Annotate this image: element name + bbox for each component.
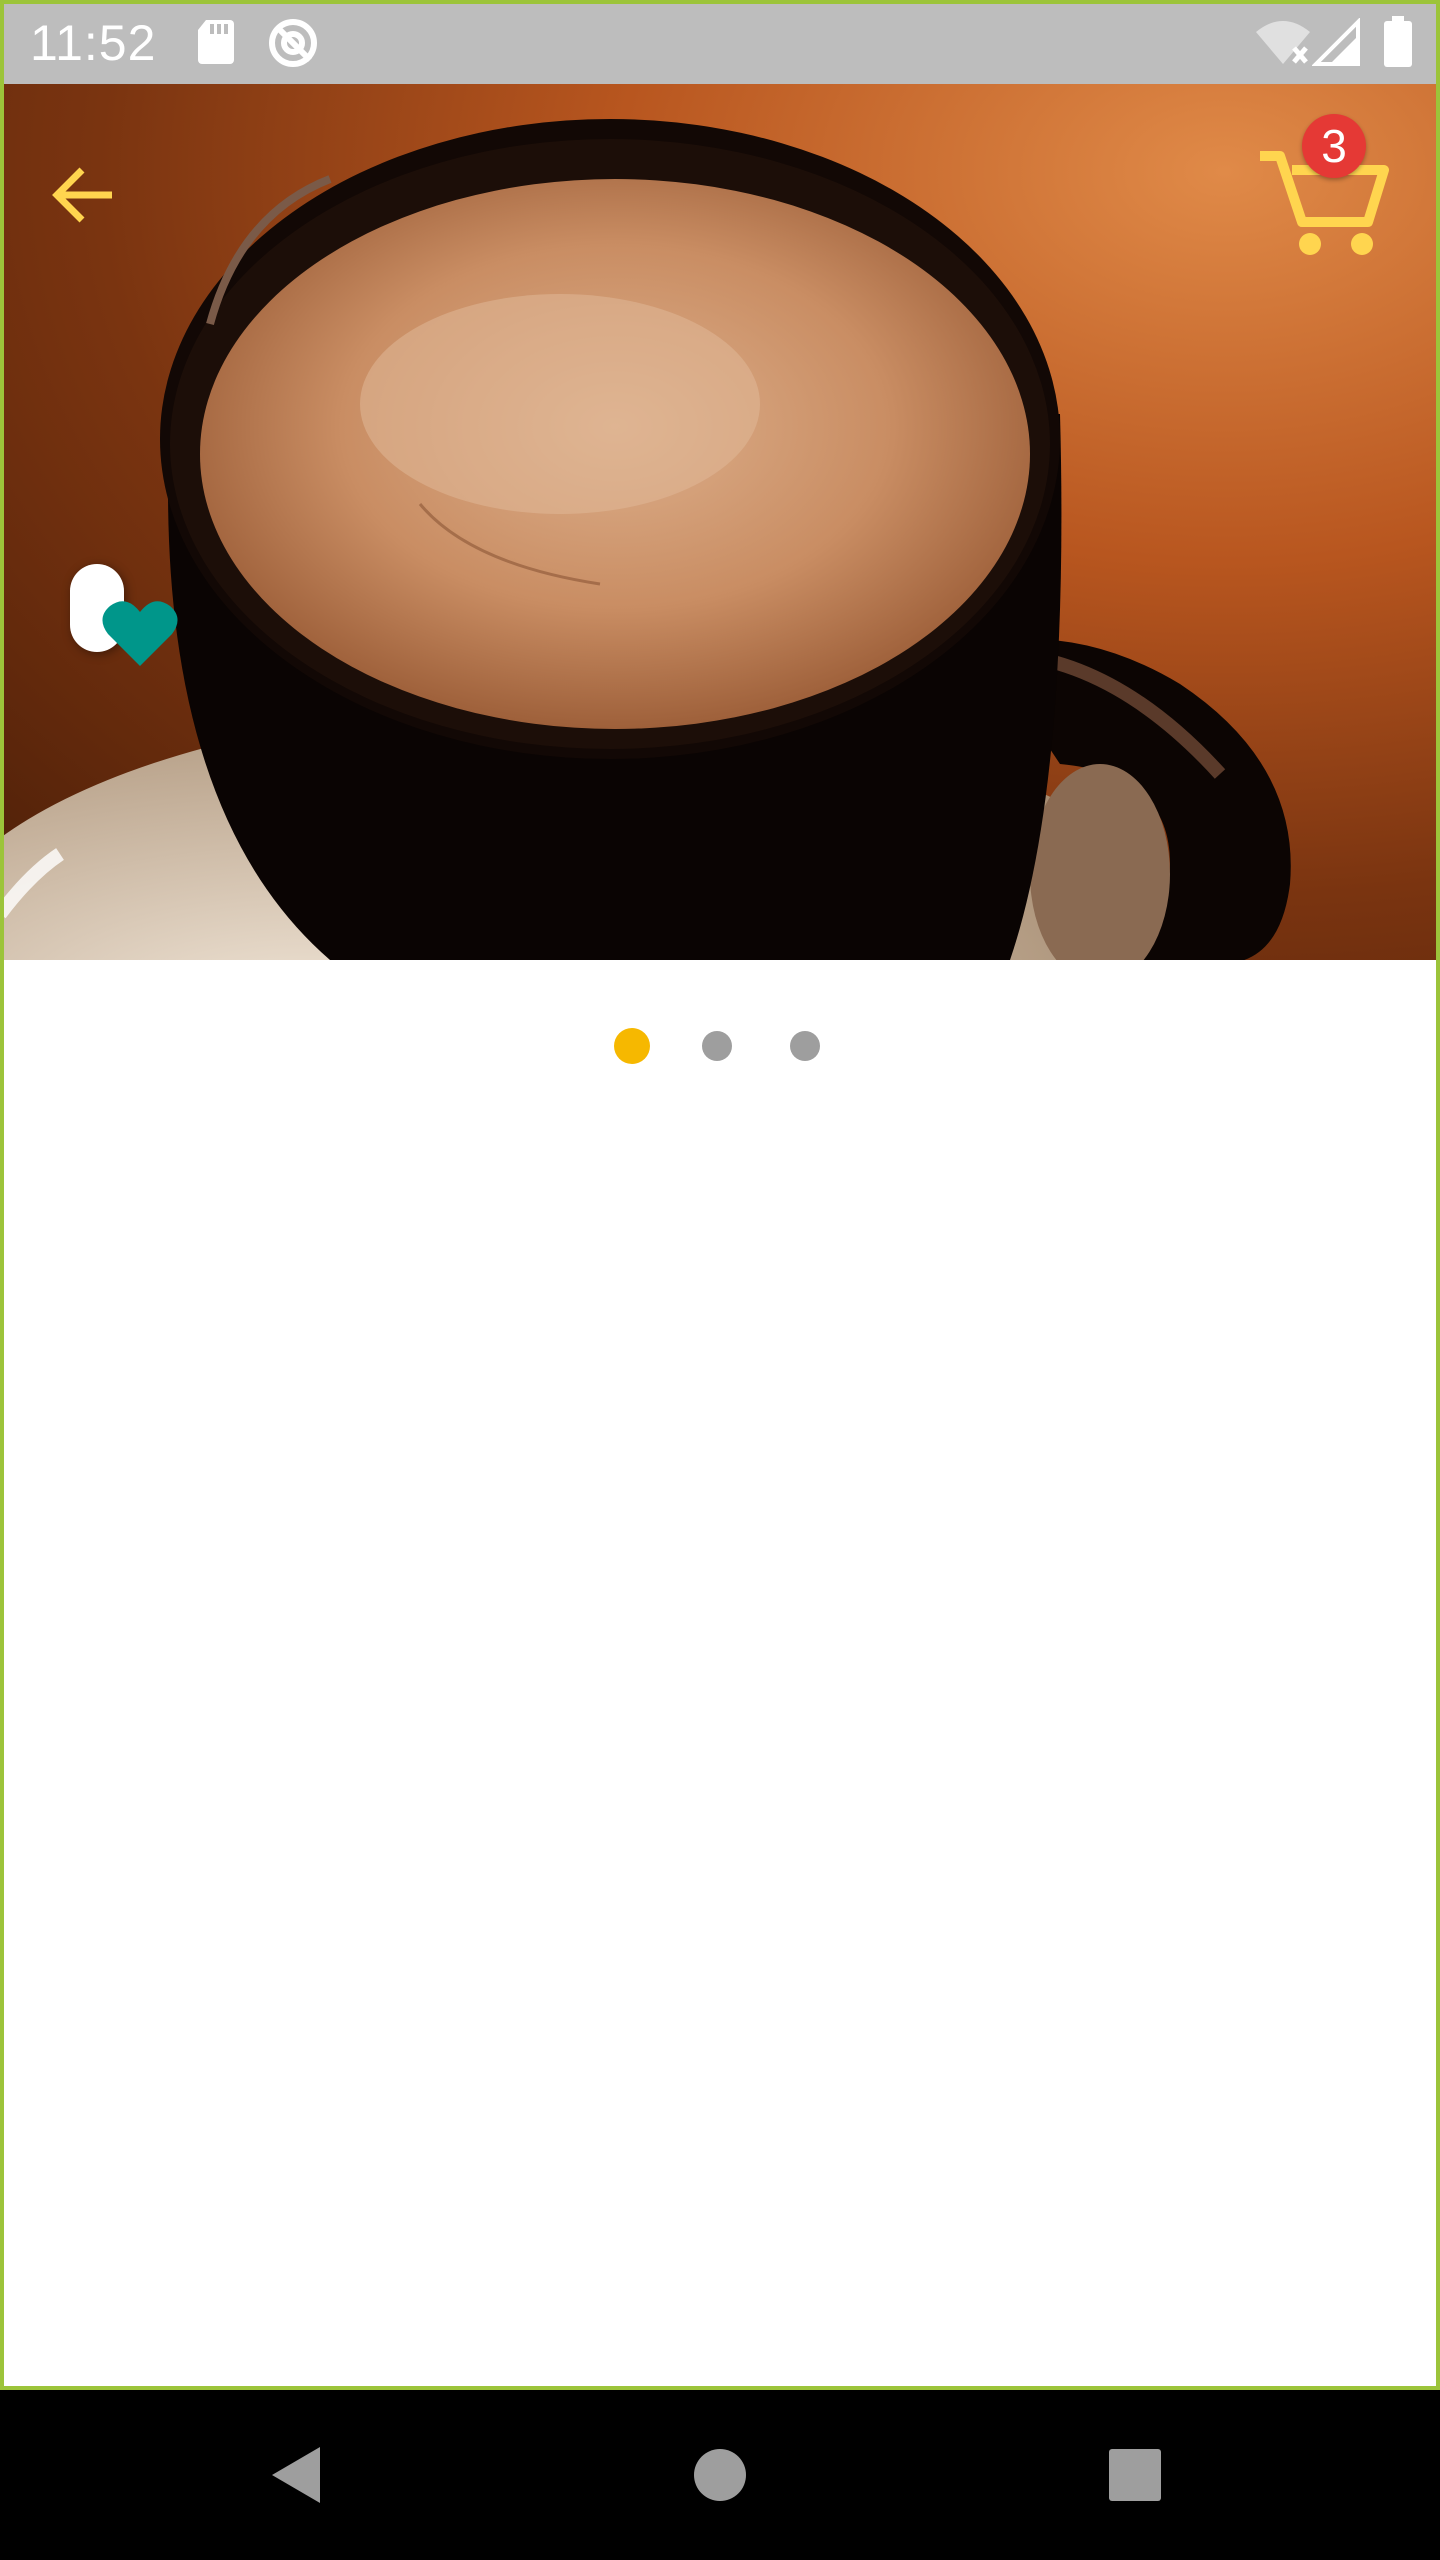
pager-dot-1[interactable]: [614, 1028, 650, 1064]
status-bar: 11:52: [0, 0, 1440, 84]
product-image[interactable]: 3: [0, 84, 1440, 960]
cart-count-badge: 3: [1302, 114, 1366, 178]
system-nav-bar: [0, 2390, 1440, 2560]
favorite-button[interactable]: [62, 560, 192, 680]
heart-icon: [102, 601, 178, 666]
pager-dot-2[interactable]: [702, 1031, 732, 1061]
cart-button[interactable]: 3: [1260, 110, 1390, 260]
coffee-cup-photo: [0, 119, 1291, 960]
arrow-left-icon: [52, 167, 112, 223]
battery-icon: [1382, 16, 1414, 73]
wifi-off-icon: [1254, 18, 1312, 71]
home-circle-icon: [694, 2449, 746, 2501]
nav-back-button[interactable]: [260, 2435, 340, 2515]
back-triangle-icon: [272, 2447, 320, 2503]
image-pager-indicator: [0, 1028, 1440, 1064]
sync-disabled-icon: [266, 16, 320, 75]
nav-home-button[interactable]: [680, 2435, 760, 2515]
sd-card-icon: [196, 18, 236, 71]
signal-icon: [1311, 17, 1360, 71]
status-time: 11:52: [30, 15, 157, 71]
pager-dot-3[interactable]: [790, 1031, 820, 1061]
back-button[interactable]: [40, 150, 130, 240]
nav-recents-button[interactable]: [1095, 2435, 1175, 2515]
recents-square-icon: [1109, 2449, 1161, 2501]
product-detail-screen: 11:52 3: [0, 0, 1440, 2560]
